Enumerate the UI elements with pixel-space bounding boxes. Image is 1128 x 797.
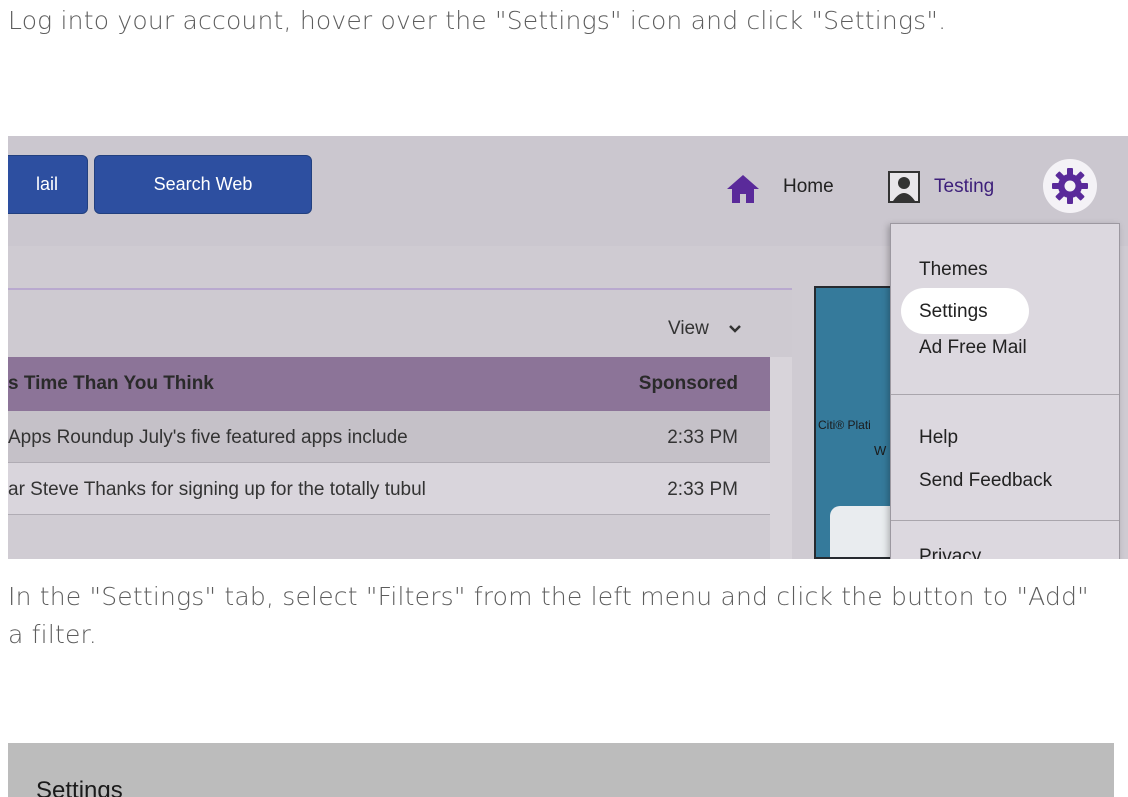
menu-item-send-feedback[interactable]: Send Feedback — [919, 470, 1052, 492]
search-web-button[interactable]: Search Web — [94, 155, 312, 214]
home-link[interactable]: Home — [783, 176, 834, 198]
search-mail-button[interactable]: lail — [8, 155, 88, 214]
instruction-step-1: Log into your account, hover over the "S… — [8, 6, 947, 35]
instruction-step-2: In the "Settings" tab, select "Filters" … — [8, 582, 1089, 649]
table-row[interactable]: Apps Roundup July's five featured apps i… — [8, 411, 770, 463]
avatar-icon[interactable] — [888, 171, 920, 203]
menu-item-privacy[interactable]: Privacy — [919, 546, 981, 559]
mail-screenshot: lail Search Web Home Testing View s Time… — [8, 136, 1128, 559]
ad-text: W — [874, 443, 887, 458]
row-subject: s Time Than You Think — [8, 373, 214, 394]
chevron-down-icon[interactable] — [728, 324, 742, 334]
menu-item-ad-free-mail[interactable]: Ad Free Mail — [919, 337, 1027, 359]
menu-item-settings[interactable]: Settings — [919, 301, 988, 323]
user-name-link[interactable]: Testing — [934, 176, 994, 198]
row-subject: Apps Roundup July's five featured apps i… — [8, 427, 408, 448]
row-time: 2:33 PM — [667, 479, 738, 500]
gear-icon — [1052, 168, 1088, 204]
sponsored-row[interactable]: s Time Than You Think Sponsored — [8, 357, 770, 411]
settings-title: Settings — [36, 777, 123, 797]
ad-text: Citi® Plati — [818, 418, 871, 432]
settings-gear-button[interactable] — [1043, 159, 1097, 213]
menu-divider — [891, 394, 1119, 395]
menu-item-help[interactable]: Help — [919, 427, 958, 449]
table-row[interactable] — [8, 515, 770, 559]
row-time: 2:33 PM — [667, 427, 738, 448]
mail-list: View s Time Than You Think Sponsored App… — [8, 288, 792, 559]
home-icon[interactable] — [726, 174, 760, 204]
settings-screenshot: Settings — [8, 743, 1114, 797]
menu-divider — [891, 520, 1119, 521]
row-subject: ar Steve Thanks for signing up for the t… — [8, 479, 426, 500]
menu-item-themes[interactable]: Themes — [919, 259, 988, 281]
settings-dropdown-menu: Themes Settings Ad Free Mail Help Send F… — [890, 223, 1120, 559]
scrollbar[interactable] — [770, 357, 792, 559]
view-menu[interactable]: View — [668, 318, 709, 340]
table-row[interactable]: ar Steve Thanks for signing up for the t… — [8, 463, 770, 515]
row-time: Sponsored — [638, 373, 738, 394]
